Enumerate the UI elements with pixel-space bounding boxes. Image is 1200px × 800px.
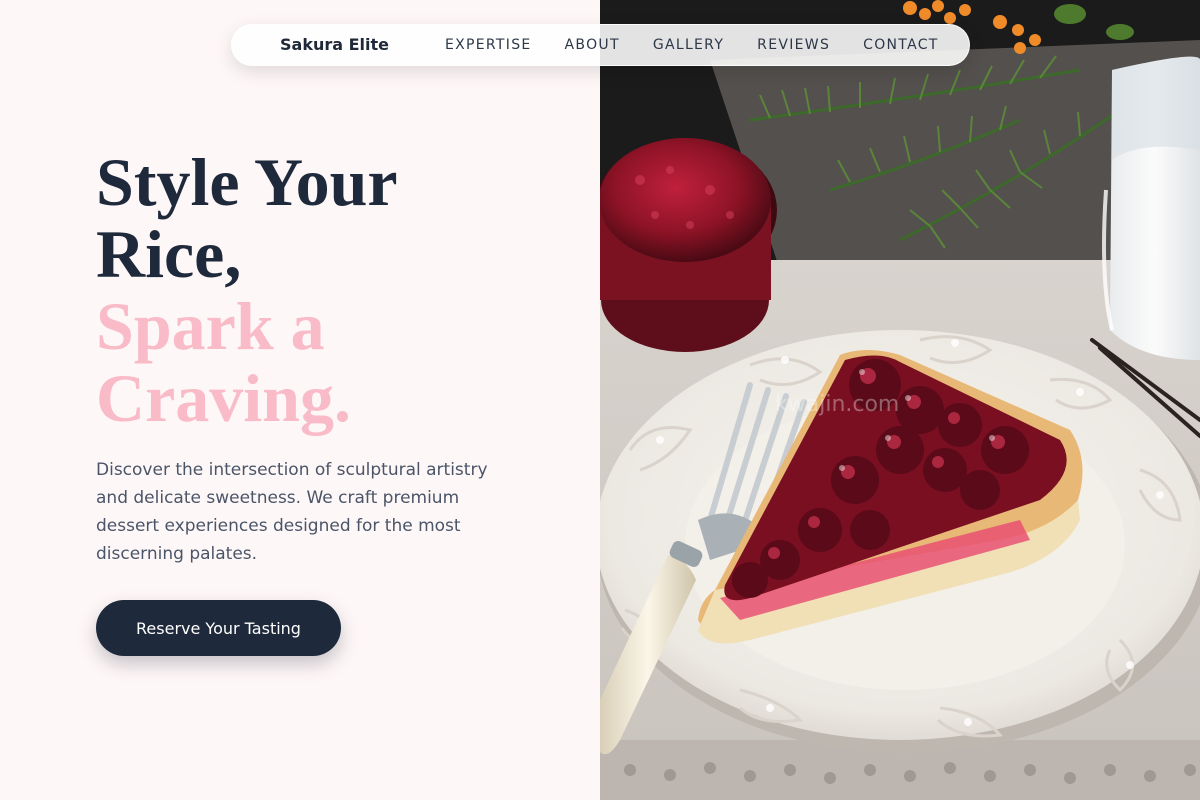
- nav-link-contact[interactable]: CONTACT: [863, 37, 939, 53]
- hero-title-line-2: Rice,: [96, 216, 242, 292]
- hero-image: kwajin.com: [600, 0, 1200, 800]
- hero-title: Style Your Rice, Spark a Craving.: [96, 146, 556, 434]
- hero-description: Discover the intersection of sculptural …: [96, 460, 488, 564]
- nav-links: EXPERTISE ABOUT GALLERY REVIEWS CONTACT: [445, 37, 972, 53]
- nav-link-expertise[interactable]: EXPERTISE: [445, 37, 532, 53]
- hero-title-line-4: Craving.: [96, 360, 351, 436]
- nav-link-reviews[interactable]: REVIEWS: [757, 37, 830, 53]
- image-watermark: kwajin.com: [775, 392, 900, 417]
- top-navbar: Sakura Elite EXPERTISE ABOUT GALLERY REV…: [231, 24, 970, 66]
- dessert-photo: [600, 0, 1200, 800]
- hero-title-line-1: Style Your: [96, 144, 398, 220]
- hero-title-line-3: Spark a: [96, 288, 325, 364]
- brand-logo[interactable]: Sakura Elite: [280, 35, 389, 54]
- reserve-tasting-button[interactable]: Reserve Your Tasting: [96, 600, 341, 656]
- nav-link-gallery[interactable]: GALLERY: [653, 37, 724, 53]
- nav-link-about[interactable]: ABOUT: [565, 37, 620, 53]
